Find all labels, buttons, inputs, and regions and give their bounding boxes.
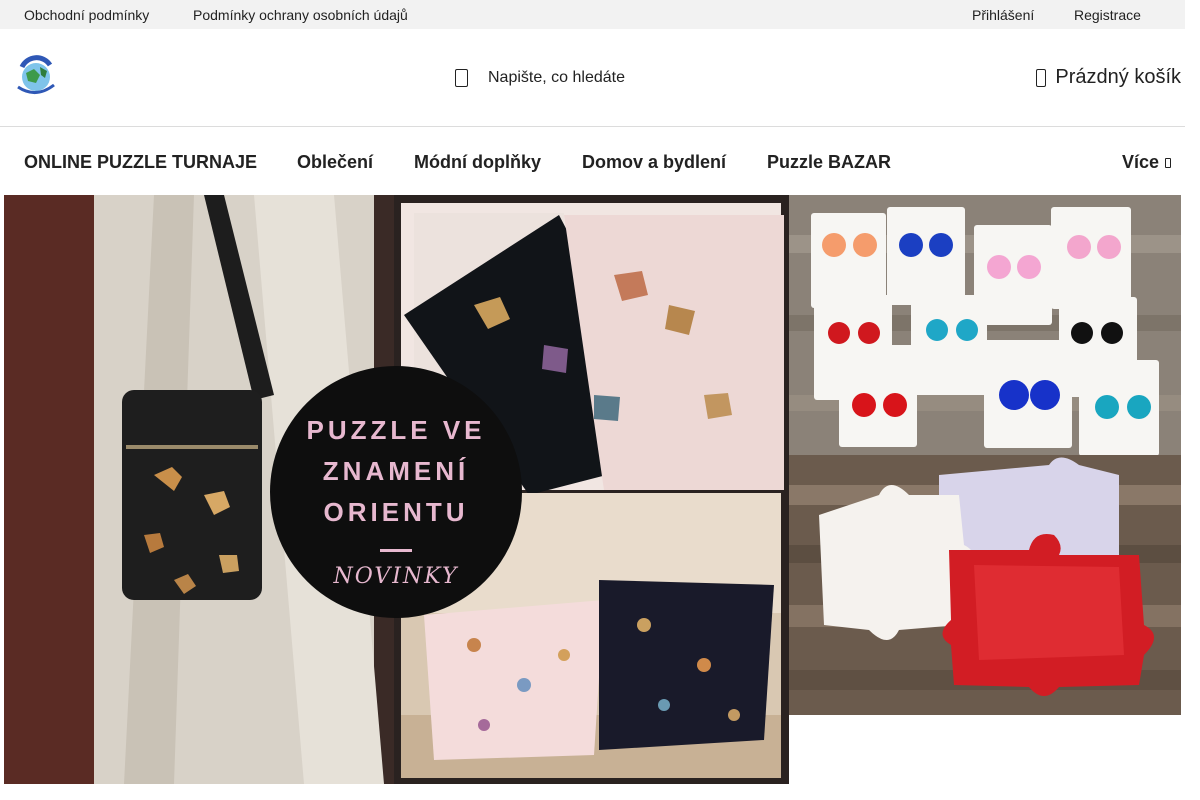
side-banner-soaps[interactable] xyxy=(789,455,1181,715)
cart-label: Prázdný košík xyxy=(1055,66,1181,88)
nav-item-online-puzzle-turnaje[interactable]: ONLINE PUZZLE TURNAJE xyxy=(24,152,257,173)
nav-item-obleceni[interactable]: Oblečení xyxy=(297,152,373,173)
banner-title-line-3: ORIENTU xyxy=(324,497,469,527)
more-label: Více xyxy=(1121,152,1159,172)
more-menu-button[interactable]: Více xyxy=(1122,152,1171,173)
soaps-image xyxy=(789,455,1181,715)
nav-item-domov-a-bydleni[interactable]: Domov a bydlení xyxy=(582,152,726,173)
earrings-image xyxy=(789,195,1181,455)
register-link[interactable]: Registrace xyxy=(1074,7,1141,23)
search-icon xyxy=(455,69,468,87)
banner-subtitle: NOVINKY xyxy=(332,564,459,589)
terms-link[interactable]: Obchodní podmínky xyxy=(24,7,149,23)
puzzle-globe-logo-icon xyxy=(17,55,55,94)
nav-item-modni-doplnky[interactable]: Módní doplňky xyxy=(414,152,541,173)
login-link[interactable]: Přihlášení xyxy=(972,7,1034,23)
banner-title-line-2: ZNAMENÍ xyxy=(323,456,469,486)
site-logo[interactable] xyxy=(14,51,58,97)
cart-icon xyxy=(1036,68,1047,87)
main-navigation: ONLINE PUZZLE TURNAJE Oblečení Módní dop… xyxy=(0,127,1185,195)
nav-item-puzzle-bazar[interactable]: Puzzle BAZAR xyxy=(767,152,891,173)
privacy-link[interactable]: Podmínky ochrany osobních údajů xyxy=(193,7,408,23)
chevron-down-icon xyxy=(1165,157,1171,168)
top-utility-bar: Obchodní podmínky Podmínky ochrany osobn… xyxy=(0,0,1185,29)
site-header: Napište, co hledáte Prázdný košík xyxy=(0,29,1185,127)
banner-title-line-1: PUZZLE VE xyxy=(306,415,485,445)
side-banner-earrings[interactable] xyxy=(789,195,1181,455)
main-banner-image: PUZZLE VE ZNAMENÍ ORIENTU NOVINKY xyxy=(4,195,784,784)
search-input[interactable]: Napište, co hledáte xyxy=(488,69,625,87)
search-bar[interactable]: Napište, co hledáte xyxy=(455,67,625,89)
cart-button[interactable]: Prázdný košík xyxy=(1036,66,1181,89)
main-banner[interactable]: PUZZLE VE ZNAMENÍ ORIENTU NOVINKY xyxy=(4,195,789,784)
